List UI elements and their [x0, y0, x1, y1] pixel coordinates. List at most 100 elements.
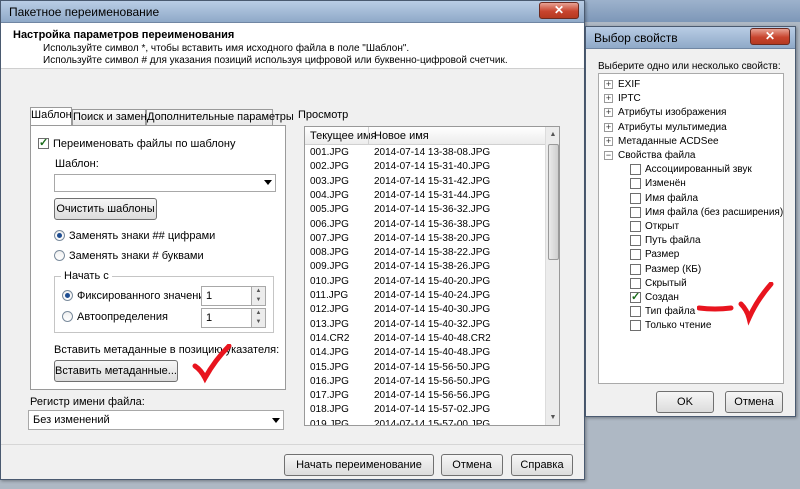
new-name-cell: 2014-07-14 15-56-56.JPG [374, 390, 491, 402]
table-row[interactable]: 003.JPG 2014-07-14 15-31-42.JPG [305, 175, 545, 189]
file-property-item[interactable]: Изменён [599, 177, 783, 191]
property-checkbox[interactable] [630, 192, 641, 204]
tree-group-item[interactable]: + IPTC [599, 92, 783, 106]
table-row[interactable]: 017.JPG 2014-07-14 15-56-56.JPG [305, 389, 545, 403]
new-name-cell: 2014-07-14 15-57-00.JPG [374, 418, 491, 426]
file-property-item[interactable]: Открыт [599, 220, 783, 234]
table-row[interactable]: 014.CR2 2014-07-14 15-40-48.CR2 [305, 332, 545, 346]
props-title-bar[interactable]: Выбор свойств ✕ [586, 27, 795, 49]
rename-by-template-checkbox[interactable] [38, 136, 49, 149]
expand-icon[interactable]: + [604, 80, 613, 89]
hint-line-2: Используйте символ # для указания позици… [43, 55, 508, 66]
table-row[interactable]: 008.JPG 2014-07-14 15-38-22.JPG [305, 246, 545, 260]
vertical-scrollbar[interactable]: ▲ ▼ [545, 127, 559, 425]
property-checkbox[interactable] [630, 277, 641, 289]
expand-icon[interactable]: + [604, 94, 613, 104]
table-row[interactable]: 009.JPG 2014-07-14 15-38-26.JPG [305, 260, 545, 274]
expand-icon[interactable]: + [604, 136, 613, 146]
new-name-cell: 2014-07-14 15-57-02.JPG [374, 404, 491, 416]
table-row[interactable]: 002.JPG 2014-07-14 15-31-40.JPG [305, 160, 545, 174]
property-checkbox[interactable] [630, 178, 641, 190]
property-checkbox[interactable] [630, 320, 641, 332]
start-rename-button[interactable]: Начать переименование [284, 454, 434, 476]
file-property-item[interactable]: Имя файла (без расширения) [599, 206, 783, 220]
expand-icon[interactable]: + [604, 108, 613, 118]
tree-items: + EXIF + IPTC + Атрибуты изображения + Атрибуты… [599, 74, 783, 383]
table-row[interactable]: 004.JPG 2014-07-14 15-31-44.JPG [305, 189, 545, 203]
auto-detect-spinner[interactable]: ▲ ▼ [251, 308, 266, 328]
expand-icon[interactable]: + [604, 122, 613, 132]
fixed-value-radio[interactable] [62, 290, 73, 301]
chevron-down-icon [272, 418, 280, 423]
file-property-item[interactable]: Путь файла [599, 234, 783, 248]
table-row[interactable]: 010.JPG 2014-07-14 15-40-20.JPG [305, 275, 545, 289]
tree-group-item[interactable]: + EXIF [599, 78, 783, 92]
tab-advanced[interactable]: Дополнительные параметры [146, 109, 294, 126]
tree-group-item[interactable]: − Свойства файла [599, 149, 783, 163]
property-checkbox[interactable] [630, 249, 641, 261]
title-bar[interactable]: Пакетное переименование ✕ [1, 1, 584, 23]
tree-group-item[interactable]: + Метаданные ACDSee [599, 135, 783, 149]
props-cancel-button[interactable]: Отмена [725, 391, 783, 413]
fixed-value-spinner[interactable]: ▲ ▼ [251, 286, 266, 306]
property-checkbox[interactable] [630, 221, 641, 232]
props-window-title: Выбор свойств [594, 31, 678, 45]
table-row[interactable]: 016.JPG 2014-07-14 15-56-50.JPG [305, 375, 545, 389]
replace-digits-label: Заменять знаки ## цифрами [69, 230, 216, 242]
insert-metadata-button[interactable]: Вставить метаданные... [54, 360, 178, 382]
table-row[interactable]: 014.JPG 2014-07-14 15-40-48.JPG [305, 346, 545, 360]
replace-letters-label: Заменять знаки # буквами [69, 250, 204, 262]
cancel-button[interactable]: Отмена [441, 454, 503, 476]
tab-search-replace[interactable]: Поиск и замена [72, 109, 153, 126]
auto-detect-label: Автоопределения [77, 311, 168, 323]
property-checkbox[interactable] [630, 164, 641, 176]
file-property-item[interactable]: Размер [599, 248, 783, 262]
table-row[interactable]: 015.JPG 2014-07-14 15-56-50.JPG [305, 361, 545, 375]
table-row[interactable]: 001.JPG 2014-07-14 13-38-08.JPG [305, 146, 545, 160]
props-instruction: Выберите одно или несколько свойств: [598, 61, 781, 72]
case-value: Без изменений [33, 414, 110, 426]
property-checkbox[interactable] [630, 235, 641, 247]
close-button[interactable]: ✕ [539, 2, 579, 19]
tree-group-item[interactable]: + Атрибуты изображения [599, 106, 783, 120]
scroll-down-arrow[interactable]: ▼ [546, 410, 559, 425]
properties-tree[interactable]: + EXIF + IPTC + Атрибуты изображения + Атрибуты… [598, 73, 784, 384]
file-property-item[interactable]: Ассоциированный звук [599, 163, 783, 177]
collapse-icon[interactable]: − [604, 151, 613, 160]
props-ok-button[interactable]: OK [656, 391, 714, 413]
replace-letters-radio[interactable] [54, 250, 65, 261]
property-checkbox[interactable] [630, 263, 641, 275]
scrollbar-thumb[interactable] [548, 144, 559, 260]
file-property-item[interactable]: Имя файла [599, 192, 783, 206]
property-checkbox[interactable] [630, 206, 641, 218]
auto-detect-input[interactable]: 1 [201, 308, 252, 328]
fixed-value-input[interactable]: 1 [201, 286, 252, 306]
table-row[interactable]: 013.JPG 2014-07-14 15-40-32.JPG [305, 318, 545, 332]
template-combobox[interactable] [54, 174, 276, 192]
property-checkbox[interactable] [630, 306, 641, 318]
property-checkbox[interactable] [630, 290, 641, 303]
props-close-button[interactable]: ✕ [750, 28, 790, 45]
preview-list[interactable]: Текущее имя Новое имя 001.JPG 2014-07-14 … [304, 126, 560, 426]
current-name-cell: 015.JPG [310, 361, 349, 373]
table-row[interactable]: 005.JPG 2014-07-14 15-36-32.JPG [305, 203, 545, 217]
auto-detect-radio[interactable] [62, 311, 73, 322]
table-row[interactable]: 019.JPG 2014-07-14 15-57-00.JPG [305, 418, 545, 426]
clear-templates-button[interactable]: Очистить шаблоны [54, 198, 157, 220]
column-new-name[interactable]: Новое имя [374, 130, 429, 142]
replace-digits-radio[interactable] [54, 230, 65, 241]
table-row[interactable]: 011.JPG 2014-07-14 15-40-24.JPG [305, 289, 545, 303]
table-row[interactable]: 018.JPG 2014-07-14 15-57-02.JPG [305, 403, 545, 417]
case-select[interactable]: Без изменений [28, 410, 284, 430]
property-label: Имя файла (без расширения) [645, 206, 784, 218]
column-current-name[interactable]: Текущее имя [310, 130, 377, 142]
table-row[interactable]: 012.JPG 2014-07-14 15-40-30.JPG [305, 303, 545, 317]
scroll-up-arrow[interactable]: ▲ [546, 127, 559, 142]
fixed-value-label: Фиксированного значения [77, 290, 211, 302]
tab-template[interactable]: Шаблон [30, 107, 72, 126]
table-row[interactable]: 006.JPG 2014-07-14 15-36-38.JPG [305, 218, 545, 232]
help-button[interactable]: Справка [511, 454, 573, 476]
file-property-item[interactable]: Размер (КБ) [599, 263, 783, 277]
table-row[interactable]: 007.JPG 2014-07-14 15-38-20.JPG [305, 232, 545, 246]
tree-group-item[interactable]: + Атрибуты мультимедиа [599, 121, 783, 135]
